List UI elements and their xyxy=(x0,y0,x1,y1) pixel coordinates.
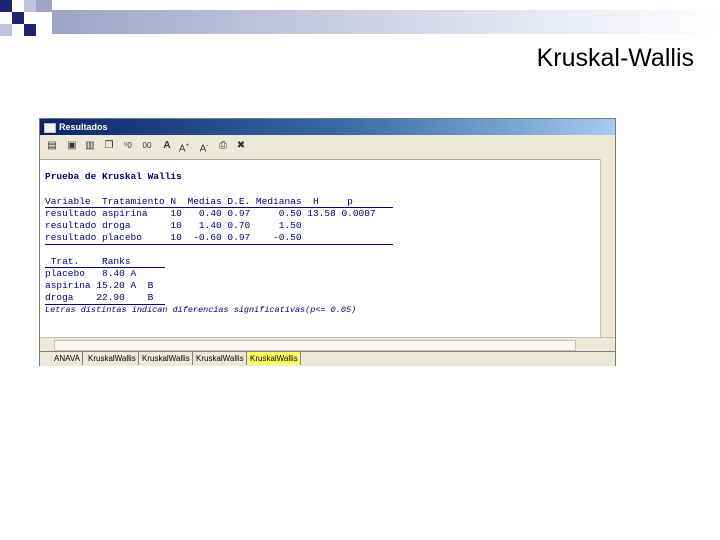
font-icon[interactable]: A xyxy=(160,139,174,153)
vertical-scrollbar[interactable] xyxy=(600,159,615,337)
table-row: resultado aspirina 10 0.40 0.97 0.50 13.… xyxy=(45,208,376,219)
copy-icon[interactable]: ❐ xyxy=(102,139,116,153)
toolbar: ▤ ▣ ▥ ❐ ⁰0 00 A A+ A- ⎙ ✖ xyxy=(40,135,615,160)
banner-square xyxy=(24,0,36,12)
sheet-tabs: ANAVA KruskalWallis KruskalWallis Kruska… xyxy=(40,351,615,366)
ranks-row: aspirina 15.20 A B xyxy=(45,280,154,291)
tab-anava[interactable]: ANAVA xyxy=(52,352,83,365)
tab-kruskal-wallis-4[interactable]: KruskalWallis xyxy=(248,352,301,365)
font-grow-icon[interactable]: A+ xyxy=(177,139,191,154)
banner-square xyxy=(12,12,24,24)
results-window: Resultados ▤ ▣ ▥ ❐ ⁰0 00 A A+ A- ⎙ ✖ Pru… xyxy=(39,118,616,366)
font-grow-label: + xyxy=(185,143,190,149)
banner-square xyxy=(36,0,52,12)
font-shrink-icon[interactable]: A- xyxy=(197,139,211,154)
ranks-row: droga 22.90 B xyxy=(45,292,154,303)
tab-kruskal-wallis-2[interactable]: KruskalWallis xyxy=(140,352,193,365)
decimals-decrease-label: 00 xyxy=(142,141,152,150)
slide-banner xyxy=(0,0,720,46)
banner-square xyxy=(0,24,12,36)
decimals-increase-label: 0 xyxy=(127,141,132,150)
tab-kruskal-wallis-1[interactable]: KruskalWallis xyxy=(86,352,139,365)
footnote: Letras distintas indican diferencias sig… xyxy=(45,305,357,315)
open-icon[interactable]: ▤ xyxy=(45,139,59,153)
horizontal-scroll-thumb[interactable] xyxy=(54,340,576,351)
print-icon[interactable]: ⎙ xyxy=(216,139,230,153)
decimals-increase-icon[interactable]: ⁰0 xyxy=(121,139,135,153)
table-row: resultado placebo 10 -0.60 0.97 -0.50 xyxy=(45,232,302,243)
delete-icon[interactable]: ▥ xyxy=(83,139,97,153)
table-rule-bottom xyxy=(45,244,393,245)
decimals-decrease-icon[interactable]: 00 xyxy=(140,139,154,153)
horizontal-scrollbar[interactable] xyxy=(40,337,615,352)
slide-title: Kruskal-Wallis xyxy=(536,44,694,72)
save-icon[interactable]: ▣ xyxy=(65,139,79,153)
table-row: resultado droga 10 1.40 0.70 1.50 xyxy=(45,220,302,231)
tab-kruskal-wallis-3[interactable]: KruskalWallis xyxy=(194,352,247,365)
close-panel-icon[interactable]: ✖ xyxy=(234,139,248,153)
output-area: Prueba de Kruskal Wallis Variable Tratam… xyxy=(43,163,611,353)
banner-gradient xyxy=(52,10,720,34)
banner-square xyxy=(24,24,36,36)
ranks-row: placebo 8.40 A xyxy=(45,268,137,279)
window-title: Resultados xyxy=(59,122,108,132)
font-shrink-label: - xyxy=(206,143,209,149)
report-heading: Prueba de Kruskal Wallis xyxy=(45,171,182,182)
banner-square xyxy=(0,0,12,12)
window-titlebar[interactable]: Resultados xyxy=(40,119,615,135)
window-icon xyxy=(44,122,56,133)
